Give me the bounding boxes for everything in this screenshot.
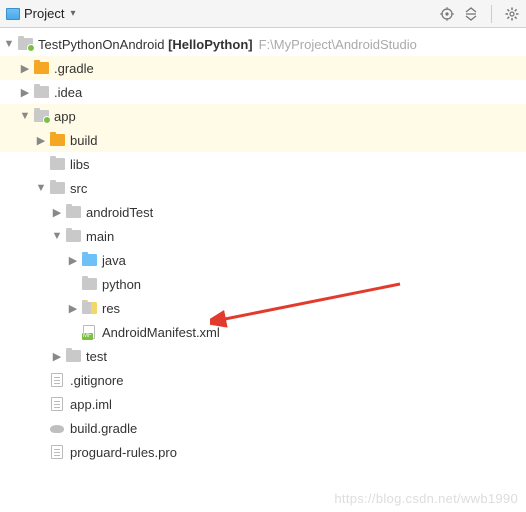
module-folder-icon bbox=[32, 108, 50, 124]
expand-arrow-icon[interactable]: ▶ bbox=[18, 86, 32, 99]
project-tree: ▼ TestPythonOnAndroid [HelloPython] F:\M… bbox=[0, 28, 526, 468]
text-file-icon bbox=[48, 444, 66, 460]
expand-arrow-icon[interactable]: ▶ bbox=[50, 206, 64, 219]
expand-arrow-icon[interactable]: ▼ bbox=[18, 110, 32, 122]
folder-icon bbox=[48, 156, 66, 172]
text-file-icon bbox=[48, 396, 66, 412]
expand-arrow-icon[interactable]: ▼ bbox=[34, 182, 48, 194]
root-label: TestPythonOnAndroid [HelloPython] bbox=[38, 37, 253, 52]
source-folder-icon bbox=[80, 252, 98, 268]
chevron-down-icon: ▾ bbox=[70, 8, 75, 19]
item-label: res bbox=[102, 301, 120, 316]
toolbar-separator bbox=[491, 5, 492, 23]
folder-icon bbox=[48, 180, 66, 196]
tree-item-build[interactable]: ▶ build bbox=[0, 128, 526, 152]
view-selector[interactable]: Project ▾ bbox=[6, 6, 439, 21]
tree-item-gradle[interactable]: ▶ .gradle bbox=[0, 56, 526, 80]
tree-item-idea[interactable]: ▶ .idea bbox=[0, 80, 526, 104]
tree-item-app-iml[interactable]: ▶ app.iml bbox=[0, 392, 526, 416]
expand-arrow-icon[interactable]: ▶ bbox=[50, 350, 64, 363]
watermark-text: https://blog.csdn.net/wwb1990 bbox=[334, 491, 518, 506]
project-view-icon bbox=[6, 8, 20, 20]
folder-icon bbox=[48, 132, 66, 148]
expand-arrow-icon[interactable]: ▶ bbox=[66, 302, 80, 315]
tree-item-src[interactable]: ▼ src bbox=[0, 176, 526, 200]
expand-arrow-icon[interactable]: ▼ bbox=[50, 230, 64, 242]
tree-item-libs[interactable]: ▶ libs bbox=[0, 152, 526, 176]
tree-item-gitignore[interactable]: ▶ .gitignore bbox=[0, 368, 526, 392]
expand-arrow-icon[interactable]: ▶ bbox=[18, 62, 32, 75]
folder-icon bbox=[64, 348, 82, 364]
module-folder-icon bbox=[16, 36, 34, 52]
tree-item-res[interactable]: ▶ res bbox=[0, 296, 526, 320]
expand-arrow-icon[interactable]: ▶ bbox=[66, 254, 80, 267]
item-label: .gitignore bbox=[70, 373, 123, 388]
item-label: libs bbox=[70, 157, 90, 172]
item-label: AndroidManifest.xml bbox=[102, 325, 220, 340]
item-label: java bbox=[102, 253, 126, 268]
text-file-icon bbox=[48, 372, 66, 388]
tree-item-manifest[interactable]: ▶ MF AndroidManifest.xml bbox=[0, 320, 526, 344]
locate-icon[interactable] bbox=[439, 6, 455, 22]
tree-item-python[interactable]: ▶ python bbox=[0, 272, 526, 296]
tree-item-app[interactable]: ▼ app bbox=[0, 104, 526, 128]
project-toolbar: Project ▾ bbox=[0, 0, 526, 28]
tree-item-androidtest[interactable]: ▶ androidTest bbox=[0, 200, 526, 224]
tree-item-build-gradle[interactable]: ▶ build.gradle bbox=[0, 416, 526, 440]
resource-folder-icon bbox=[80, 300, 98, 316]
item-label: androidTest bbox=[86, 205, 153, 220]
item-label: .idea bbox=[54, 85, 82, 100]
expand-arrow-icon[interactable]: ▼ bbox=[2, 38, 16, 50]
folder-icon bbox=[80, 276, 98, 292]
folder-icon bbox=[64, 228, 82, 244]
collapse-all-icon[interactable] bbox=[463, 6, 479, 22]
tree-item-proguard[interactable]: ▶ proguard-rules.pro bbox=[0, 440, 526, 464]
item-label: .gradle bbox=[54, 61, 94, 76]
item-label: proguard-rules.pro bbox=[70, 445, 177, 460]
tree-item-main[interactable]: ▼ main bbox=[0, 224, 526, 248]
root-path: F:\MyProject\AndroidStudio bbox=[259, 37, 417, 52]
tree-root[interactable]: ▼ TestPythonOnAndroid [HelloPython] F:\M… bbox=[0, 32, 526, 56]
item-label: build bbox=[70, 133, 97, 148]
manifest-file-icon: MF bbox=[80, 324, 98, 340]
gradle-file-icon bbox=[48, 420, 66, 436]
tree-item-java[interactable]: ▶ java bbox=[0, 248, 526, 272]
item-label: app.iml bbox=[70, 397, 112, 412]
item-label: python bbox=[102, 277, 141, 292]
item-label: build.gradle bbox=[70, 421, 137, 436]
folder-icon bbox=[32, 60, 50, 76]
folder-icon bbox=[32, 84, 50, 100]
tree-item-test[interactable]: ▶ test bbox=[0, 344, 526, 368]
item-label: test bbox=[86, 349, 107, 364]
folder-icon bbox=[64, 204, 82, 220]
project-view-label: Project bbox=[24, 6, 64, 21]
gear-icon[interactable] bbox=[504, 6, 520, 22]
item-label: app bbox=[54, 109, 76, 124]
expand-arrow-icon[interactable]: ▶ bbox=[34, 134, 48, 147]
item-label: src bbox=[70, 181, 87, 196]
item-label: main bbox=[86, 229, 114, 244]
